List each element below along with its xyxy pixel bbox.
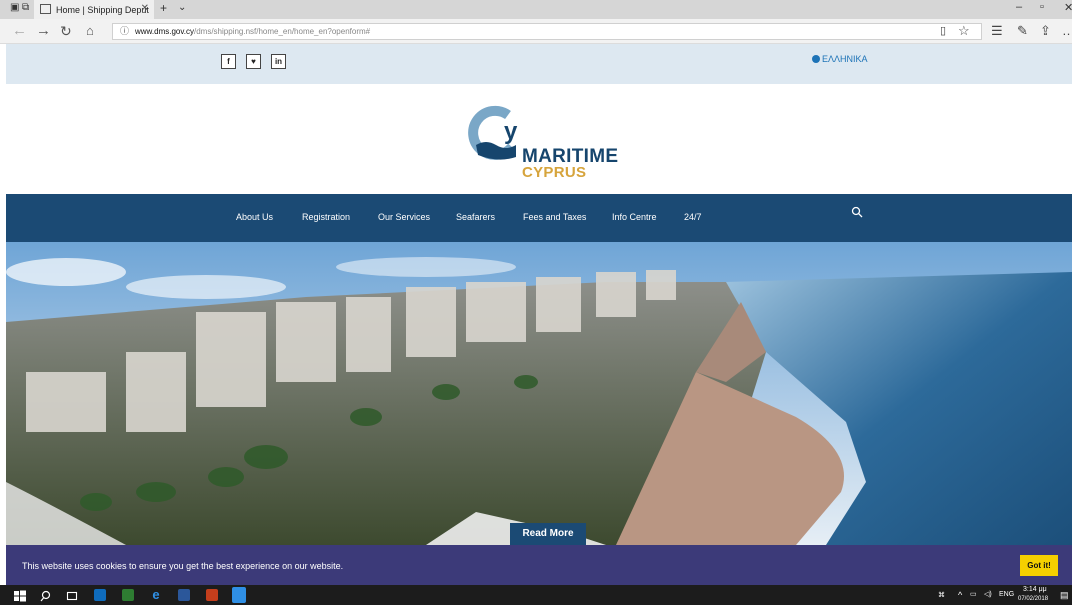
search-taskbar-icon[interactable] — [40, 589, 52, 602]
show-hidden-icons-icon[interactable]: ^ — [958, 590, 962, 600]
nav-seafarers[interactable]: Seafarers — [456, 212, 495, 222]
logo-text-cyprus: CYPRUS — [522, 164, 587, 181]
globe-icon — [812, 55, 820, 63]
tab-manager-icon[interactable]: ▣ — [10, 2, 19, 13]
address-bar[interactable]: ⓘ www.dms.gov.cy/dms/shipping.nsf/home_e… — [112, 23, 982, 40]
nav-our-services[interactable]: Our Services — [378, 212, 430, 222]
search-icon[interactable] — [851, 205, 863, 223]
word-icon[interactable] — [178, 589, 190, 601]
main-navigation: About Us Registration Our Services Seafa… — [6, 194, 1072, 242]
read-more-button[interactable]: Read More — [510, 523, 586, 545]
reading-view-icon[interactable]: ▯ — [940, 24, 946, 37]
tab-title: Home | Shipping Deput — [56, 4, 149, 15]
task-view-icon[interactable] — [66, 589, 78, 601]
back-icon[interactable]: ← — [12, 22, 27, 40]
nav-registration[interactable]: Registration — [302, 212, 350, 222]
cookie-message: This website uses cookies to ensure you … — [22, 561, 344, 571]
more-icon[interactable]: … — [1062, 23, 1072, 38]
svg-text:y: y — [504, 118, 518, 145]
tab-favicon-icon — [40, 4, 51, 14]
home-icon[interactable]: ⌂ — [86, 22, 94, 40]
linkedin-icon[interactable]: in — [271, 54, 286, 69]
browser-tab[interactable]: Home | Shipping Deput ✕ — [34, 0, 154, 19]
web-note-icon[interactable]: ✎ — [1017, 23, 1028, 39]
file-explorer-icon[interactable] — [122, 589, 134, 601]
url-path: /dms/shipping.nsf/home_en/home_en?openfo… — [193, 27, 371, 36]
outlook-icon[interactable] — [94, 589, 106, 601]
minimize-icon[interactable]: – — [1016, 1, 1022, 13]
browser-nav-bar: ← → ↻ ⌂ ⓘ www.dms.gov.cy/dms/shipping.ns… — [0, 19, 1072, 44]
people-icon[interactable]: ⌘ — [938, 591, 945, 599]
maximize-icon[interactable]: ▫ — [1040, 1, 1044, 13]
action-center-icon[interactable]: ▤ — [1060, 590, 1069, 601]
set-tabs-aside-icon[interactable]: ⧉ — [22, 2, 29, 13]
nav-fees-and-taxes[interactable]: Fees and Taxes — [523, 212, 586, 222]
maritime-cyprus-logo-icon[interactable]: y — [468, 105, 528, 170]
powerpoint-icon[interactable] — [206, 589, 218, 601]
facebook-icon[interactable]: f — [221, 54, 236, 69]
browser-tab-bar: ▣ ⧉ Home | Shipping Deput ✕ + ⌄ – ▫ ✕ — [0, 0, 1072, 19]
nav-24-7[interactable]: 24/7 — [684, 212, 702, 222]
edge-browser-icon[interactable]: e — [150, 587, 162, 602]
new-tab-icon[interactable]: + — [160, 1, 167, 15]
volume-icon[interactable]: ◁) — [984, 590, 992, 598]
clock-date[interactable]: 07/02/2018 — [1018, 596, 1048, 602]
cookie-accept-button[interactable]: Got it! — [1020, 555, 1058, 576]
nav-info-centre[interactable]: Info Centre — [612, 212, 657, 222]
language-label: ΕΛΛΗΝΙΚΑ — [822, 54, 868, 64]
share-icon[interactable]: ⇪ — [1040, 23, 1051, 39]
site-info-icon[interactable]: ⓘ — [120, 24, 129, 39]
nav-about-us[interactable]: About Us — [236, 212, 273, 222]
language-link[interactable]: ΕΛΛΗΝΙΚΑ — [812, 54, 868, 64]
close-tab-icon[interactable]: ✕ — [141, 3, 149, 14]
favorite-star-icon[interactable]: ☆ — [958, 23, 970, 39]
twitter-icon[interactable]: ♥ — [246, 54, 261, 69]
forward-icon[interactable]: → — [36, 22, 51, 40]
favorites-hub-icon[interactable]: ☰ — [991, 23, 1003, 39]
top-strip: f ♥ in ΕΛΛΗΝΙΚΑ — [6, 44, 1072, 84]
refresh-icon[interactable]: ↻ — [60, 22, 72, 40]
cookie-banner: This website uses cookies to ensure you … — [6, 545, 1072, 585]
clock-time[interactable]: 3:14 μμ — [1023, 586, 1047, 593]
hero-banner-image — [6, 242, 1072, 545]
windows-taskbar: e ⌘ ^ ▭ ◁) ENG 3:14 μμ 07/02/2018 ▤ — [0, 585, 1072, 605]
windows-start-icon[interactable] — [14, 589, 26, 602]
network-icon[interactable]: ▭ — [970, 590, 977, 598]
close-window-icon[interactable]: ✕ — [1064, 1, 1072, 14]
header-logo-area: y MARITIME CYPRUS — [6, 84, 1072, 194]
edge-active-icon[interactable] — [232, 587, 246, 603]
input-language[interactable]: ENG — [999, 591, 1014, 598]
tab-preview-chevron-icon[interactable]: ⌄ — [178, 2, 186, 13]
url-domain: www.dms.gov.cy — [135, 27, 194, 36]
